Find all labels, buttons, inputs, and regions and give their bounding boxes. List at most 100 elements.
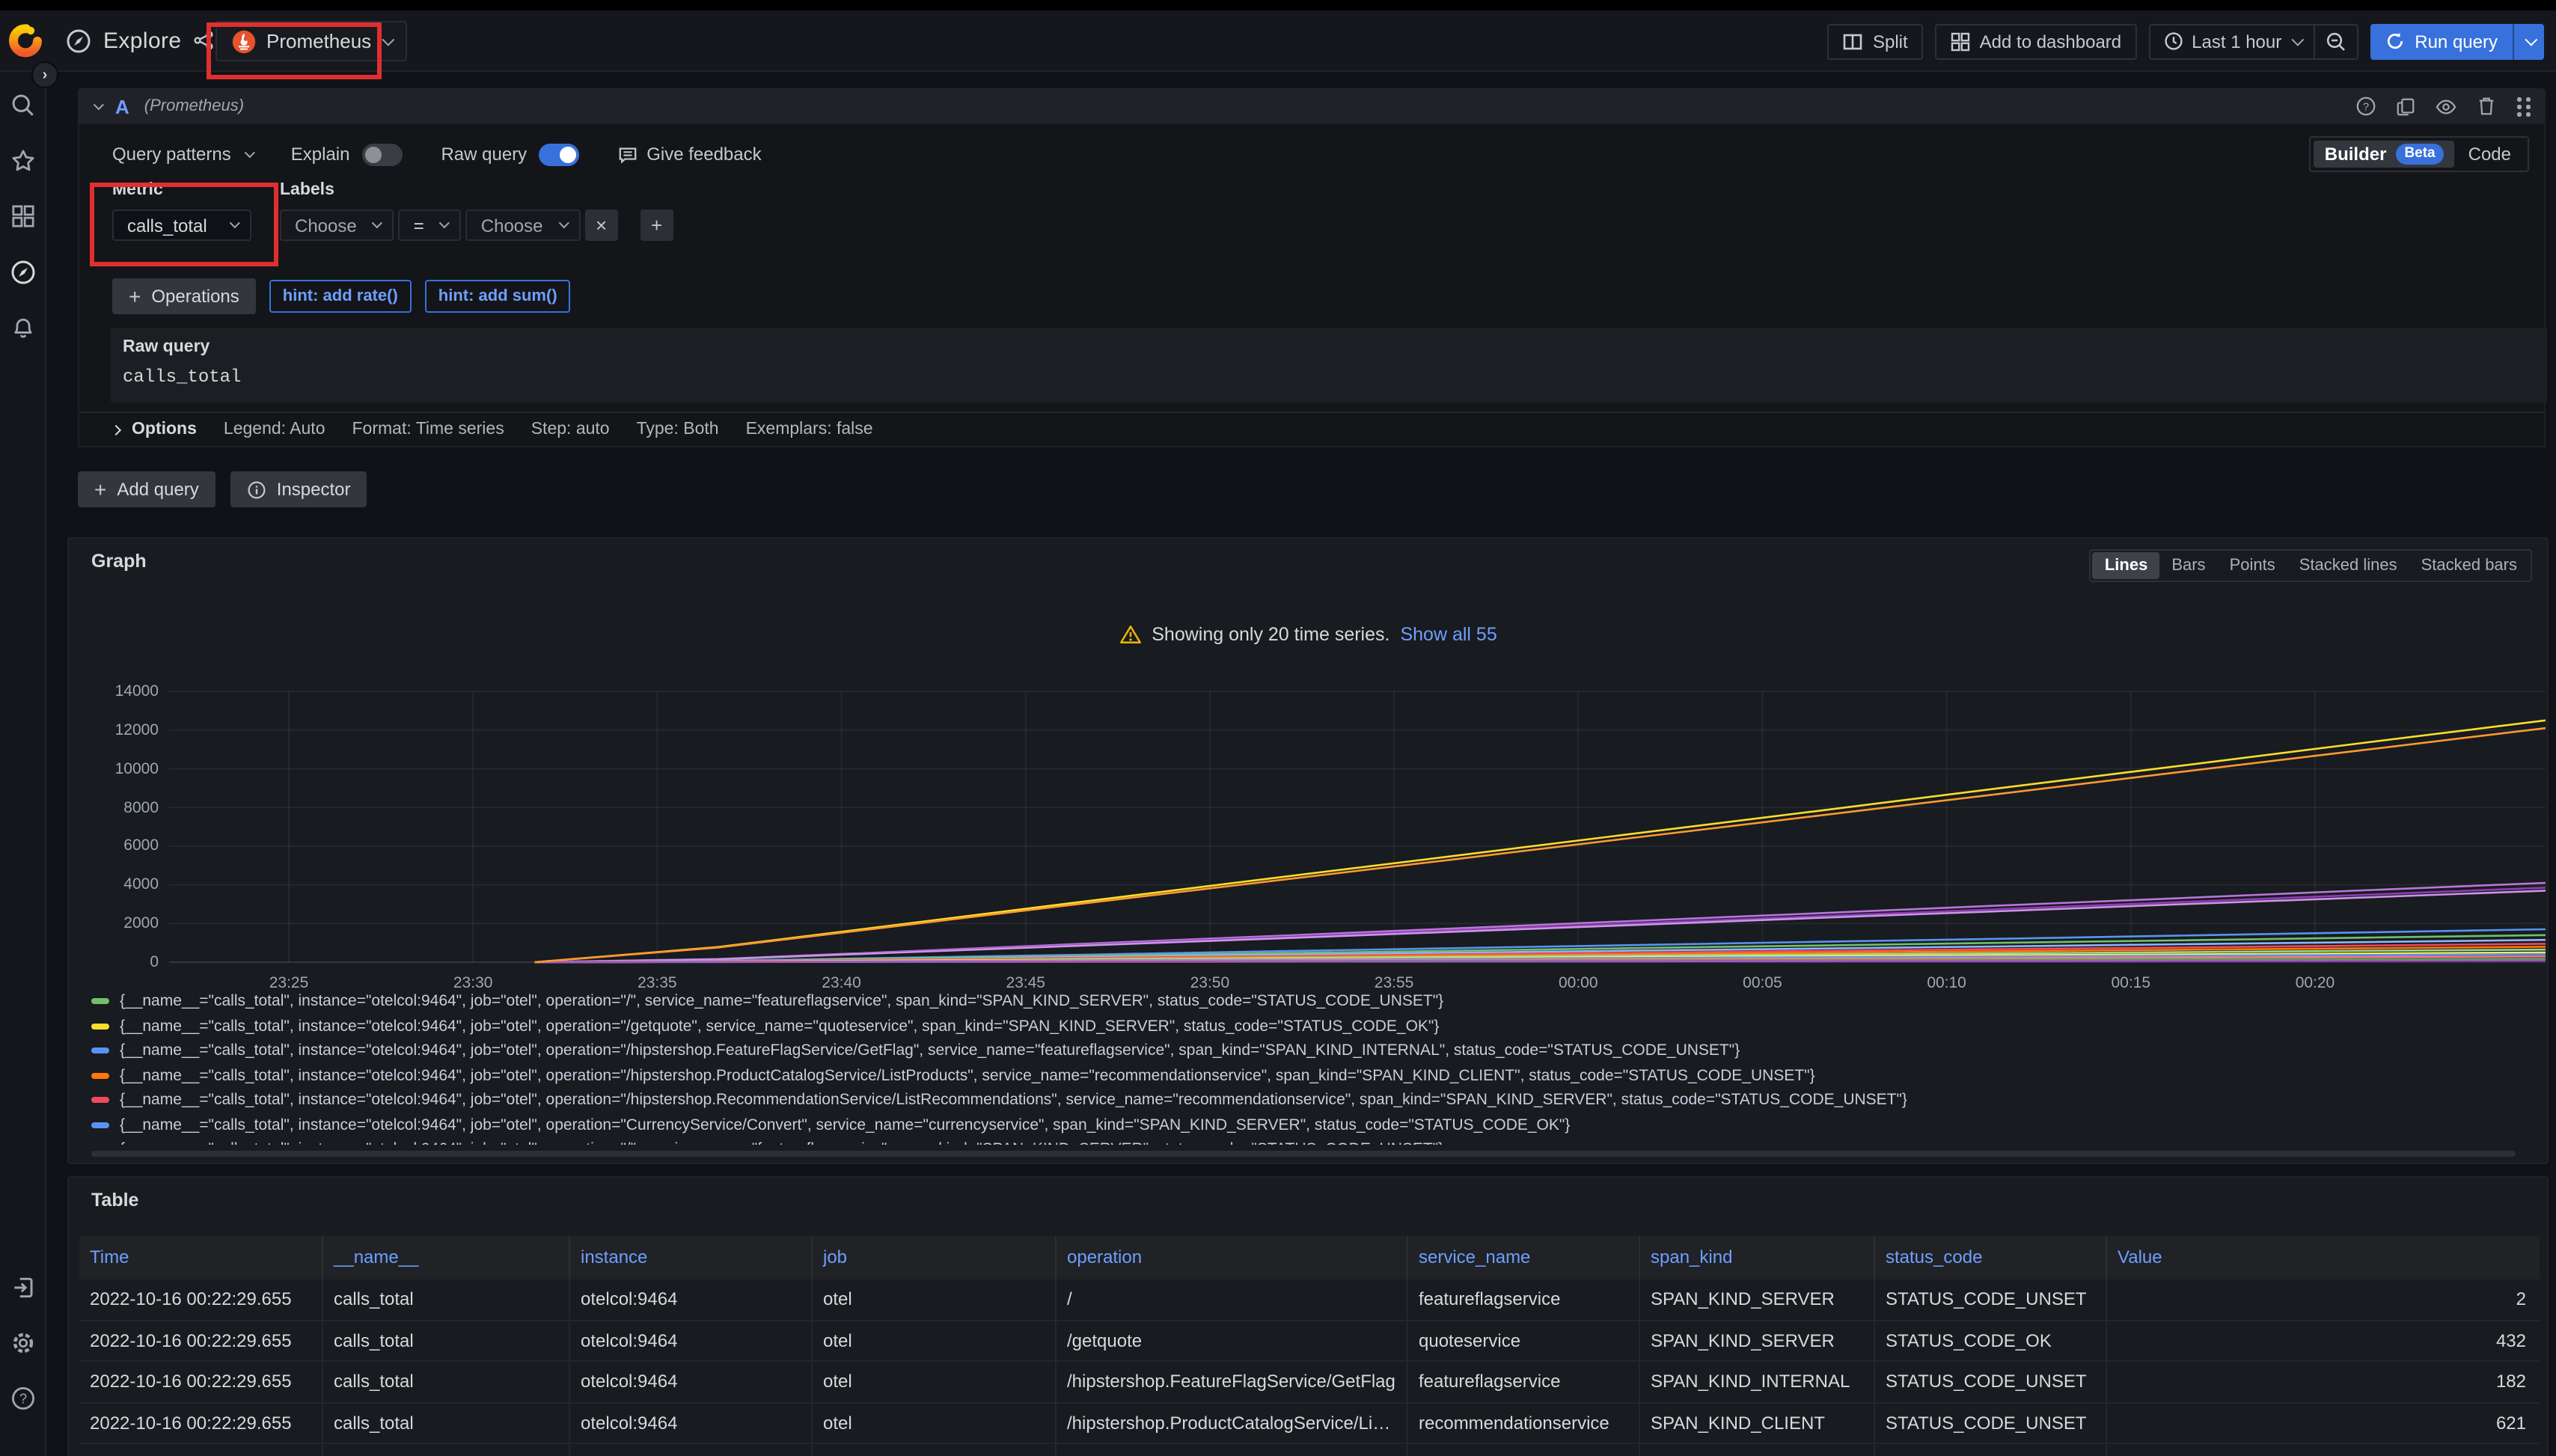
- zoom-out-icon: [2325, 31, 2346, 52]
- query-patterns-dropdown[interactable]: Query patterns: [112, 144, 252, 165]
- metric-value: calls_total: [127, 215, 207, 236]
- table-row: 2022-10-16 00:22:29.655calls_totalotelco…: [79, 1362, 2540, 1403]
- run-query-button[interactable]: Run query: [2370, 23, 2513, 59]
- table-cell: SPAN_KIND_CLIENT: [1640, 1403, 1875, 1443]
- give-feedback-link[interactable]: Give feedback: [618, 144, 761, 165]
- builder-label: Builder: [2325, 144, 2387, 165]
- legend-item[interactable]: {__name__="calls_total", instance="otelc…: [91, 1014, 2534, 1039]
- graph-legend: {__name__="calls_total", instance="otelc…: [91, 989, 2534, 1145]
- column-header-statuscode[interactable]: status_code: [1875, 1236, 2107, 1279]
- table-cell: STATUS_CODE_UNSET: [1875, 1279, 2107, 1319]
- column-header-time[interactable]: Time: [79, 1236, 323, 1279]
- hide-response-eye-icon[interactable]: [2435, 97, 2457, 116]
- label-operator-select[interactable]: =: [399, 209, 462, 241]
- column-header-job[interactable]: job: [813, 1236, 1057, 1279]
- chevron-right-icon: [111, 424, 121, 435]
- timeseries-chart[interactable]: [169, 682, 2546, 970]
- collapse-query-icon[interactable]: [94, 99, 104, 109]
- column-header-name[interactable]: __name__: [323, 1236, 570, 1279]
- option-type: Type: Both: [637, 420, 719, 438]
- table-cell: /: [1057, 1279, 1408, 1319]
- legend-item[interactable]: {__name__="calls_total", instance="otelc…: [91, 989, 2534, 1014]
- legend-item[interactable]: {__name__="calls_total", instance="otelc…: [91, 1113, 2534, 1137]
- sidebar-item-search[interactable]: [10, 93, 35, 118]
- remove-label-filter-button[interactable]: ×: [585, 209, 618, 241]
- raw-query-toggle[interactable]: [539, 143, 579, 165]
- tab-bars[interactable]: Bars: [2159, 552, 2217, 579]
- operations-label: Operations: [151, 286, 239, 307]
- option-step: Step: auto: [531, 420, 610, 438]
- datasource-picker[interactable]: Prometheus: [215, 21, 407, 61]
- add-to-dashboard-button[interactable]: Add to dashboard: [1935, 23, 2137, 59]
- tab-lines[interactable]: Lines: [2093, 552, 2159, 579]
- builder-tab[interactable]: Builder Beta: [2314, 141, 2455, 168]
- split-label: Split: [1873, 31, 1908, 52]
- hint-add-rate-button[interactable]: hint: add rate(): [269, 280, 412, 313]
- inspector-button[interactable]: Inspector: [230, 471, 367, 507]
- sidebar-bottom-group: ?: [10, 1275, 35, 1456]
- sidebar-item-help[interactable]: ?: [10, 1386, 35, 1411]
- query-row-header[interactable]: A (Prometheus) ?: [78, 88, 2546, 124]
- operations-row: + Operations hint: add rate() hint: add …: [112, 278, 571, 314]
- explain-toggle[interactable]: [361, 143, 402, 165]
- query-help-icon[interactable]: ?: [2355, 96, 2376, 117]
- tab-points[interactable]: Points: [2218, 552, 2287, 579]
- legend-series-label: {__name__="calls_total", instance="otelc…: [120, 1018, 1439, 1036]
- code-tab[interactable]: Code: [2455, 144, 2525, 165]
- remove-query-trash-icon[interactable]: [2477, 96, 2496, 117]
- raw-query-preview: Raw query calls_total: [111, 328, 2547, 403]
- table-cell: /hipstershop.FeatureFlagService/GetFlag: [1057, 1362, 1408, 1401]
- sidebar-expand-button[interactable]: ›: [31, 61, 58, 88]
- y-tick-label: 8000: [75, 798, 159, 816]
- table-cell: STATUS_CODE_UNSET: [1875, 1444, 2107, 1456]
- operations-button[interactable]: + Operations: [112, 278, 256, 314]
- legend-item[interactable]: {__name__="calls_total", instance="otelc…: [91, 1063, 2534, 1088]
- tab-stacked-bars[interactable]: Stacked bars: [2409, 552, 2529, 579]
- run-query-dropdown[interactable]: [2513, 23, 2544, 59]
- sidebar-item-explore[interactable]: [10, 259, 35, 284]
- add-query-button[interactable]: + Add query: [78, 471, 215, 507]
- table-row: 2022-10-16 00:22:29.655calls_totalotelco…: [79, 1321, 2540, 1362]
- sidebar-item-dashboards[interactable]: [10, 204, 35, 229]
- graph-style-tabs: Lines Bars Points Stacked lines Stacked …: [2090, 549, 2532, 582]
- page-title: Explore: [103, 28, 182, 53]
- time-range-picker[interactable]: Last 1 hour: [2150, 25, 2313, 58]
- table-cell: 2022-10-16 00:22:29.655: [79, 1444, 323, 1456]
- query-footer-actions: + Add query Inspector: [78, 471, 367, 507]
- duplicate-query-icon[interactable]: [2396, 97, 2415, 116]
- sign-in-icon: [10, 1275, 35, 1300]
- split-button[interactable]: Split: [1828, 23, 1923, 59]
- zoom-out-button[interactable]: [2313, 25, 2356, 58]
- column-header-instance[interactable]: instance: [570, 1236, 813, 1279]
- hint-add-sum-button[interactable]: hint: add sum(): [425, 280, 571, 313]
- option-format: Format: Time series: [352, 420, 504, 438]
- show-all-series-link[interactable]: Show all 55: [1400, 624, 1496, 645]
- legend-series-label: {__name__="calls_total", instance="otelc…: [120, 1116, 1570, 1134]
- table-cell: STATUS_CODE_UNSET: [1875, 1403, 2107, 1443]
- legend-item[interactable]: {__name__="calls_total", instance="otelc…: [91, 1039, 2534, 1063]
- share-icon[interactable]: [194, 30, 215, 51]
- legend-series-label: {__name__="calls_total", instance="otelc…: [120, 1042, 1740, 1060]
- option-exemplars: Exemplars: false: [746, 420, 873, 438]
- label-value-select[interactable]: Choose: [466, 209, 581, 241]
- column-header-spankind[interactable]: span_kind: [1640, 1236, 1875, 1279]
- sidebar-item-settings[interactable]: [10, 1330, 35, 1356]
- metric-select[interactable]: calls_total: [112, 209, 251, 241]
- sidebar-item-starred[interactable]: [10, 148, 35, 174]
- legend-scrollbar[interactable]: [91, 1151, 2516, 1157]
- graph-panel-title: Graph: [91, 551, 147, 572]
- tab-stacked-lines[interactable]: Stacked lines: [2287, 552, 2409, 579]
- sidebar-item-sign-in[interactable]: [10, 1275, 35, 1300]
- legend-item[interactable]: {__name__="calls_total", instance="otelc…: [91, 1137, 2534, 1145]
- column-header-servicename[interactable]: service_name: [1408, 1236, 1640, 1279]
- sidebar-item-alerting[interactable]: [10, 314, 35, 340]
- label-name-select[interactable]: Choose: [280, 209, 394, 241]
- metric-block: Metric calls_total: [112, 181, 251, 241]
- table-cell: featureflagservice: [1408, 1362, 1640, 1401]
- column-header-operation[interactable]: operation: [1057, 1236, 1408, 1279]
- column-header-value[interactable]: Value: [2107, 1236, 2540, 1279]
- add-label-filter-button[interactable]: +: [640, 209, 673, 241]
- legend-item[interactable]: {__name__="calls_total", instance="otelc…: [91, 1088, 2534, 1113]
- options-collapse-toggle[interactable]: Options: [112, 420, 197, 438]
- drag-handle-icon[interactable]: [2516, 96, 2531, 117]
